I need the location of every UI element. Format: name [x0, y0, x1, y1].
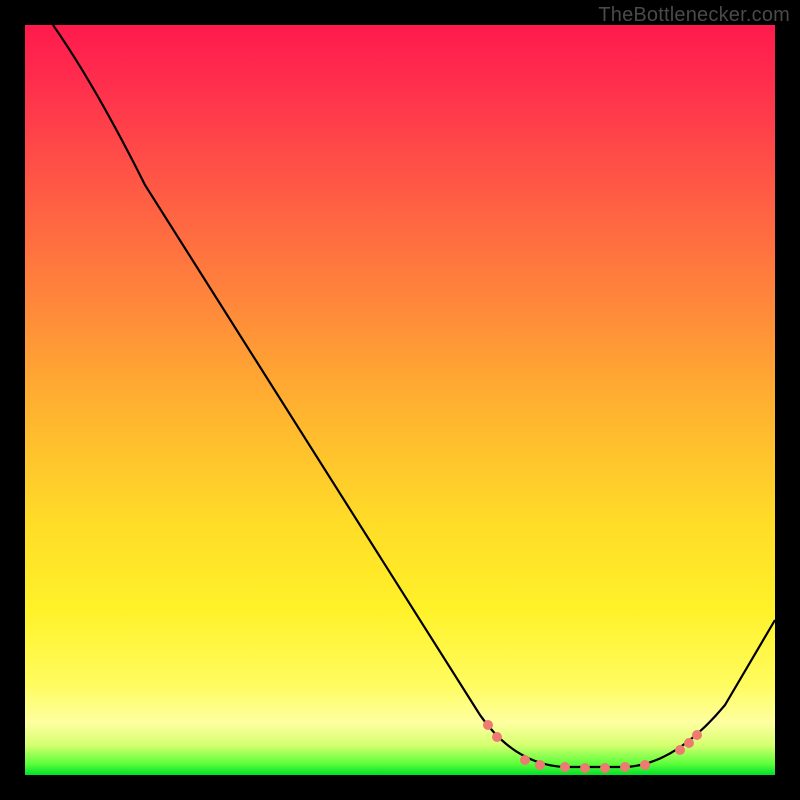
chart-curve [53, 25, 775, 767]
chart-plot-area [25, 25, 775, 775]
chart-frame: TheBottlenecker.com [0, 0, 800, 800]
chart-svg [25, 25, 775, 775]
chart-markers [483, 720, 702, 773]
attribution-label: TheBottlenecker.com [598, 4, 790, 27]
